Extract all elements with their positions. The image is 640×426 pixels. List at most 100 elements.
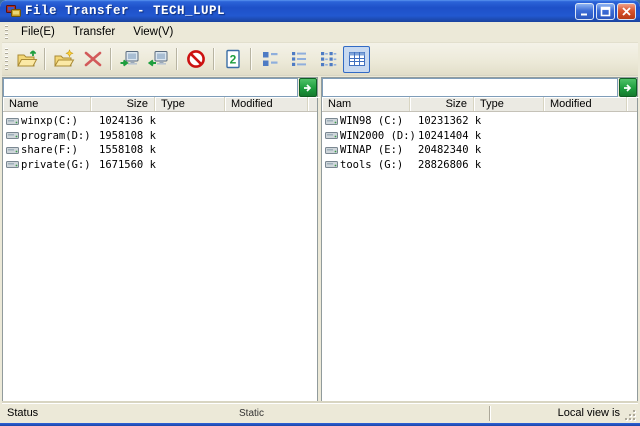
drive-size: 10241404 k <box>418 129 482 142</box>
svg-text:2: 2 <box>229 53 236 67</box>
menu-view[interactable]: View(V) <box>124 24 182 40</box>
drive-icon <box>6 130 21 141</box>
table-row[interactable]: private(G:) 1671560 k <box>3 158 317 173</box>
drive-size: 1671560 k <box>99 158 156 171</box>
transfer-state-text: Static <box>239 408 265 419</box>
drive-name: program(D:) <box>21 129 91 142</box>
download-from-remote-icon <box>147 51 167 67</box>
titlebar[interactable]: File Transfer - TECH_LUPL <box>0 0 640 22</box>
toolbar-separator <box>176 48 178 70</box>
green-arrow-icon <box>304 83 312 92</box>
close-icon <box>622 6 631 16</box>
table-row[interactable]: winxp(C:) 1024136 k <box>3 114 317 129</box>
column-header-spacer <box>627 97 639 111</box>
file-transfer-window: File Transfer - TECH_LUPL File(E) Transf… <box>0 0 640 426</box>
drive-icon <box>325 145 340 156</box>
abort-icon <box>186 50 205 68</box>
drive-size: 1958108 k <box>99 129 156 142</box>
toolbar-separator <box>250 48 252 70</box>
local-pane: Name Size Type Modified winxp(C:) 102413… <box>2 77 318 402</box>
column-header-type[interactable]: Type <box>155 97 225 111</box>
abort-button[interactable] <box>182 46 209 73</box>
view-mode-text: Local view is <box>557 407 620 419</box>
column-header-modified[interactable]: Modified <box>544 97 627 111</box>
local-file-list: winxp(C:) 1024136 k program(D:) 1958108 … <box>3 112 317 401</box>
column-header-size[interactable]: Size <box>410 97 474 111</box>
statusbar-divider <box>489 406 491 421</box>
remote-go-button[interactable] <box>619 78 637 97</box>
remote-address-bar <box>322 78 637 97</box>
column-header-name[interactable]: Name <box>3 97 91 111</box>
maximize-button[interactable] <box>596 2 615 20</box>
details-view-button[interactable] <box>343 45 370 73</box>
toolbar-separator <box>44 48 46 70</box>
column-header-modified[interactable]: Modified <box>225 97 308 111</box>
menu-file[interactable]: File(E) <box>12 24 64 40</box>
column-header-type[interactable]: Type <box>474 97 544 111</box>
new-folder-button[interactable] <box>50 46 77 73</box>
remote-column-headers: Nam Size Type Modified <box>322 97 637 112</box>
drive-name: WINAP (E:) <box>340 144 404 157</box>
table-row[interactable]: WINAP (E:) 20482340 k <box>322 143 637 158</box>
drive-icon <box>6 145 21 156</box>
drive-name: WIN2000 (D:) <box>340 129 416 142</box>
local-address-bar <box>3 78 317 97</box>
minimize-icon <box>581 13 587 15</box>
menu-transfer[interactable]: Transfer <box>64 24 124 40</box>
upload-to-remote-icon <box>120 51 138 67</box>
delete-icon <box>84 51 101 67</box>
app-icon <box>6 5 21 17</box>
table-row[interactable]: tools (G:) 28826806 k <box>322 158 637 173</box>
column-header-size[interactable]: Size <box>91 97 155 111</box>
drive-size: 20482340 k <box>418 144 482 157</box>
drive-icon <box>6 116 21 127</box>
drive-name: private(G:) <box>21 158 91 171</box>
menubar-grip[interactable] <box>5 25 8 39</box>
window-title: File Transfer - TECH_LUPL <box>25 4 226 18</box>
toolbar-separator <box>213 48 215 70</box>
remote-address-input[interactable] <box>322 78 618 97</box>
close-button[interactable] <box>617 2 636 20</box>
status-text: Status <box>7 407 39 419</box>
toolbar: 2 <box>2 43 638 76</box>
open-folder-button[interactable] <box>13 46 40 73</box>
new-folder-icon <box>53 49 74 67</box>
upload-button[interactable] <box>116 46 143 73</box>
drive-size: 28826806 k <box>418 158 482 171</box>
menubar: File(E) Transfer View(V) <box>2 22 638 43</box>
table-row[interactable]: WIN98 (C:) 10231362 k <box>322 114 637 129</box>
delete-button[interactable] <box>79 46 106 73</box>
local-go-button[interactable] <box>299 78 317 97</box>
toolbar-separator <box>110 48 112 70</box>
drive-name: tools (G:) <box>340 158 404 171</box>
maximize-icon <box>600 6 611 16</box>
dual-page-button[interactable]: 2 <box>219 46 246 73</box>
list-view-icon <box>291 52 306 66</box>
large-icons-view-icon <box>262 52 277 66</box>
table-row[interactable]: program(D:) 1958108 k <box>3 129 317 144</box>
remote-file-list: WIN98 (C:) 10231362 k WIN2000 (D:) 10241… <box>322 112 637 401</box>
dual-page-icon: 2 <box>225 49 240 69</box>
toolbar-grip[interactable] <box>5 47 8 71</box>
resize-grip[interactable] <box>624 409 636 421</box>
details-view-icon <box>348 52 365 66</box>
drive-name: winxp(C:) <box>21 115 78 128</box>
table-row[interactable]: share(F:) 1558108 k <box>3 143 317 158</box>
green-arrow-icon <box>624 83 632 92</box>
drive-size: 1558108 k <box>99 144 156 157</box>
download-button[interactable] <box>145 46 172 73</box>
table-row[interactable]: WIN2000 (D:) 10241404 k <box>322 129 637 144</box>
column-header-spacer <box>308 97 320 111</box>
column-header-name[interactable]: Nam <box>322 97 410 111</box>
small-icons-view-icon <box>320 52 336 67</box>
local-column-headers: Name Size Type Modified <box>3 97 317 112</box>
minimize-button[interactable] <box>575 2 594 20</box>
list-view-button[interactable] <box>285 46 312 73</box>
drive-icon <box>325 159 340 170</box>
large-icons-view-button[interactable] <box>256 46 283 73</box>
drive-size: 1024136 k <box>99 115 156 128</box>
drive-icon <box>325 116 340 127</box>
drive-icon <box>325 130 340 141</box>
local-address-input[interactable] <box>3 78 298 97</box>
small-icons-view-button[interactable] <box>314 46 341 73</box>
